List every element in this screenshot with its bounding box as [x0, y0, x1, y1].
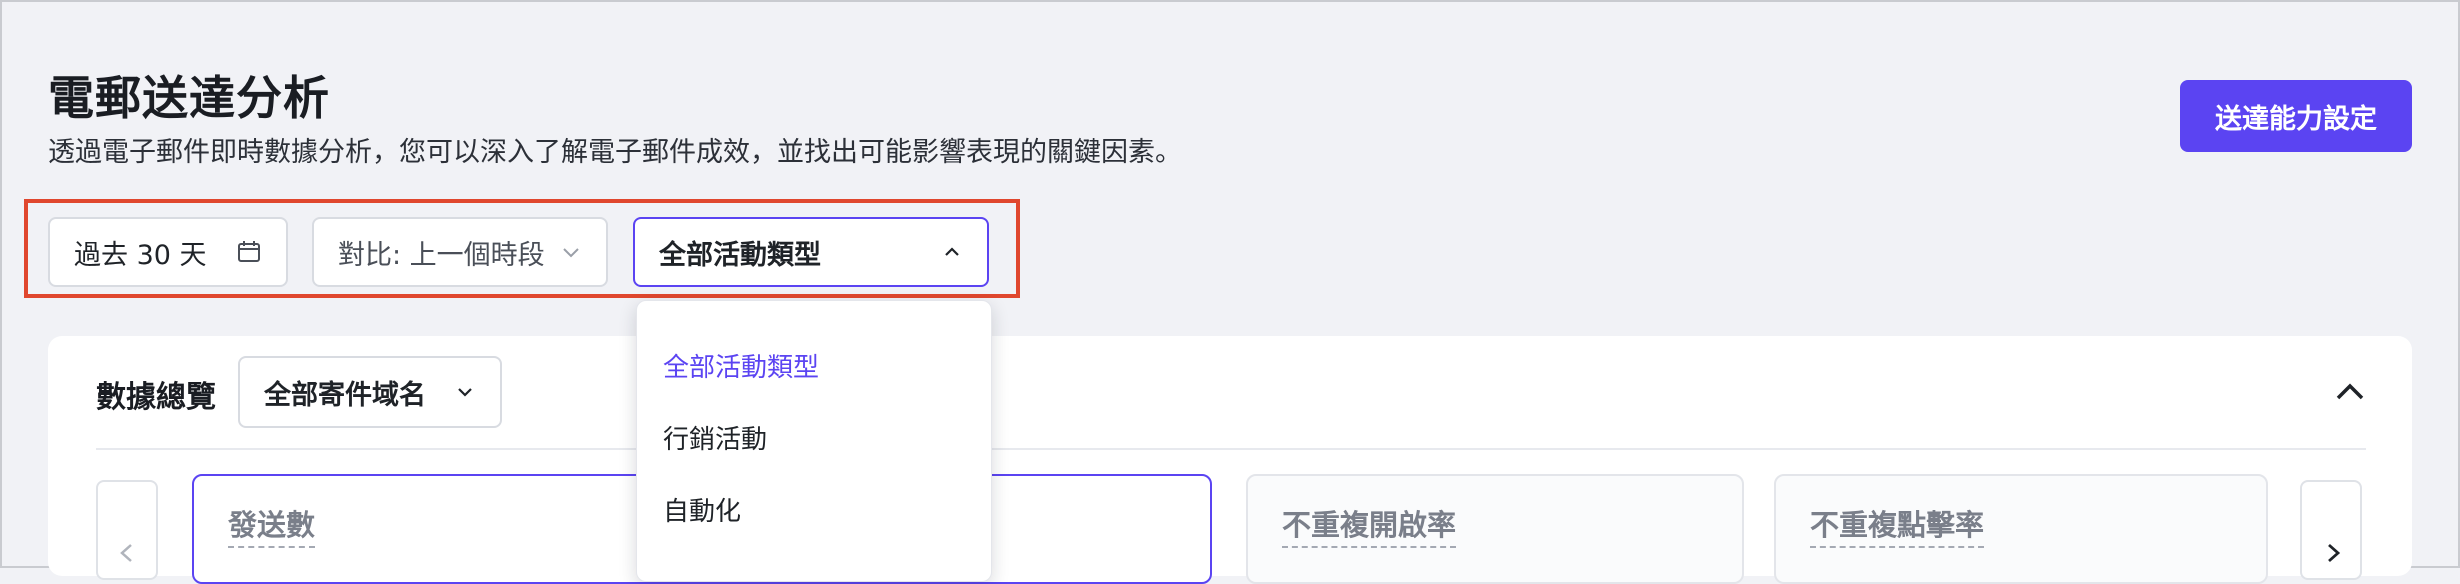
overview-title: 數據總覽 — [96, 380, 216, 415]
metrics-prev-button[interactable] — [96, 480, 158, 580]
metric-label-sent: 發送數 — [228, 502, 316, 548]
metric-label-unique-open-rate: 不重複開啟率 — [1282, 502, 1457, 548]
chevron-up-icon — [941, 241, 963, 263]
sender-domain-select[interactable]: 全部寄件域名 — [238, 356, 502, 428]
deliverability-settings-button[interactable]: 送達能力設定 — [2180, 80, 2412, 152]
date-range-label: 過去 30 天 — [74, 239, 207, 271]
dropdown-option-automation[interactable]: 自動化 — [663, 491, 741, 528]
chevron-down-icon — [454, 381, 476, 403]
compare-period-label: 對比: 上一個時段 — [338, 239, 545, 271]
calendar-icon — [236, 239, 262, 265]
overview-divider — [96, 448, 2366, 450]
metrics-next-button[interactable] — [2300, 480, 2362, 580]
campaign-type-label: 全部活動類型 — [659, 239, 821, 271]
collapse-overview-button[interactable] — [2328, 370, 2372, 414]
chevron-up-icon — [2328, 370, 2372, 414]
campaign-type-select[interactable]: 全部活動類型 — [633, 217, 989, 287]
metric-label-unique-click-rate: 不重複點擊率 — [1810, 502, 1985, 548]
compare-period-select[interactable]: 對比: 上一個時段 — [312, 217, 608, 287]
sender-domain-label: 全部寄件域名 — [264, 379, 426, 411]
chevron-right-icon — [2322, 542, 2344, 564]
date-range-filter[interactable]: 過去 30 天 — [48, 217, 288, 287]
campaign-type-dropdown-menu: 全部活動類型 行銷活動 自動化 — [636, 300, 992, 582]
chevron-left-icon — [116, 542, 138, 564]
page-title: 電郵送達分析 — [48, 71, 330, 125]
chevron-down-icon — [560, 241, 582, 263]
dropdown-option-marketing-campaigns[interactable]: 行銷活動 — [663, 419, 767, 456]
dropdown-option-all-campaign-types[interactable]: 全部活動類型 — [663, 347, 819, 384]
page-subtitle: 透過電子郵件即時數據分析，您可以深入了解電子郵件成效，並找出可能影響表現的關鍵因… — [48, 137, 1182, 168]
